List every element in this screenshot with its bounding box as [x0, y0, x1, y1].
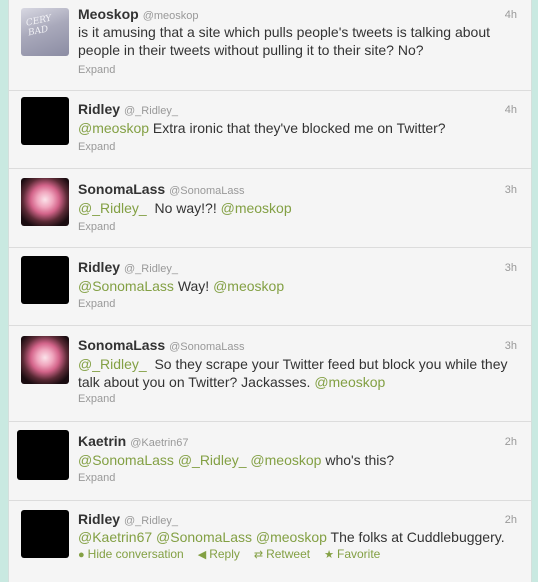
avatar[interactable] [21, 256, 69, 304]
avatar[interactable] [17, 430, 69, 480]
user-handle[interactable]: @Kaetrin67 [130, 437, 188, 449]
timestamp[interactable]: 4h [505, 8, 517, 22]
tweet-timeline: CERY BAD Meoskop @meoskop 4h is it amusing t… [8, 0, 532, 582]
expand-link[interactable]: Expand [78, 297, 115, 311]
text-segment: The folks at Cuddlebuggery. [326, 529, 505, 545]
user-name[interactable]: SonomaLass [78, 337, 165, 353]
tweet-text: @_Ridley_ No way!?! @meoskop [78, 199, 518, 217]
expand-link[interactable]: Expand [78, 220, 115, 234]
retweet-button[interactable]: ⇄ Retweet [254, 547, 310, 561]
action-label: Reply [209, 547, 240, 561]
mention-link[interactable]: @_Ridley_ [78, 356, 147, 372]
mention-link[interactable]: @_Ridley_ [78, 200, 147, 216]
timestamp[interactable]: 2h [505, 513, 517, 527]
user-name[interactable]: Ridley [78, 511, 120, 527]
tweet[interactable]: Ridley @_Ridley_ 4h @meoskop Extra ironic t… [9, 91, 531, 169]
timestamp[interactable]: 3h [505, 339, 517, 353]
retweet-icon: ⇄ [253, 549, 264, 561]
user-name[interactable]: Ridley [78, 259, 120, 275]
expand-link[interactable]: Expand [78, 140, 115, 154]
tweet-text: @Kaetrin67 @SonomaLass @meoskop The folk… [78, 528, 518, 546]
tweet-text: @SonomaLass @_Ridley_ @meoskop who's thi… [78, 451, 518, 469]
tweet[interactable]: CERY BAD Meoskop @meoskop 4h is it amusing t… [9, 0, 531, 91]
mention-link[interactable]: @SonomaLass [78, 452, 174, 468]
speech-bubble-icon: ● [78, 549, 85, 561]
timestamp[interactable]: 3h [505, 183, 517, 197]
text-segment: Extra ironic that they've blocked me on … [149, 120, 446, 136]
tweet[interactable]: Ridley @_Ridley_ 2h @Kaetrin67 @SonomaLass … [9, 501, 531, 582]
user-handle[interactable]: @_Ridley_ [124, 263, 178, 275]
mention-link[interactable]: @meoskop [78, 120, 149, 136]
user-name[interactable]: Kaetrin [78, 433, 126, 449]
tweet-text: @_Ridley_ So they scrape your Twitter fe… [78, 355, 518, 391]
mention-link[interactable]: @meoskop [250, 452, 321, 468]
timestamp[interactable]: 4h [505, 103, 517, 117]
user-name[interactable]: Meoskop [78, 6, 139, 22]
mention-link[interactable]: @SonomaLass [156, 529, 252, 545]
expand-link[interactable]: Expand [78, 392, 115, 406]
avatar[interactable] [21, 97, 69, 145]
text-segment: Way! [173, 278, 214, 294]
user-handle[interactable]: @_Ridley_ [124, 105, 178, 117]
tweet-text: is it amusing that a site which pulls pe… [78, 23, 518, 59]
text-segment: No way!?! [146, 200, 221, 216]
avatar-caption: CERY BAD [25, 13, 53, 39]
tweet-actions: ● Hide conversation ◀ Reply ⇄ Retweet ★ Favorit… [78, 547, 394, 562]
tweet-header: Kaetrin @Kaetrin67 [78, 432, 189, 450]
expand-link[interactable]: Expand [78, 471, 115, 485]
reply-icon: ◀ [197, 549, 207, 561]
tweet[interactable]: SonomaLass @SonomaLass 3h @_Ridley_ So they… [9, 326, 531, 422]
tweet[interactable]: Ridley @_Ridley_ 3h @SonomaLass Way! @meosk… [9, 248, 531, 326]
avatar[interactable] [21, 510, 69, 558]
timestamp[interactable]: 3h [505, 261, 517, 275]
user-handle[interactable]: @meoskop [143, 10, 199, 22]
user-handle[interactable]: @SonomaLass [169, 341, 244, 353]
tweet-header: SonomaLass @SonomaLass [78, 336, 245, 354]
avatar[interactable]: CERY BAD [21, 8, 69, 56]
tweet-header: Ridley @_Ridley_ [78, 510, 178, 528]
tweet-header: Ridley @_Ridley_ [78, 258, 178, 276]
user-handle[interactable]: @SonomaLass [169, 185, 244, 197]
user-name[interactable]: Ridley [78, 101, 120, 117]
tweet-header: SonomaLass @SonomaLass [78, 180, 245, 198]
hide-conversation-button[interactable]: ● Hide conversation [78, 547, 184, 561]
tweet-header: Ridley @_Ridley_ [78, 100, 178, 118]
text-segment: is it amusing that a site which pulls pe… [78, 24, 494, 58]
mention-link[interactable]: @meoskop [314, 374, 385, 390]
timestamp[interactable]: 2h [505, 435, 517, 449]
user-name[interactable]: SonomaLass [78, 181, 165, 197]
tweet-text: @SonomaLass Way! @meoskop [78, 277, 518, 295]
favorite-button[interactable]: ★ Favorite [324, 547, 380, 561]
tweet-text: @meoskop Extra ironic that they've block… [78, 119, 518, 137]
mention-link[interactable]: @meoskop [256, 529, 327, 545]
action-label: Retweet [266, 547, 311, 561]
action-label: Hide conversation [87, 547, 184, 561]
tweet[interactable]: SonomaLass @SonomaLass 3h @_Ridley_ No way!… [9, 169, 531, 248]
expand-link[interactable]: Expand [78, 63, 115, 77]
mention-link[interactable]: @meoskop [213, 278, 284, 294]
reply-button[interactable]: ◀ Reply [198, 547, 240, 561]
avatar[interactable] [21, 178, 69, 226]
mention-link[interactable]: @meoskop [221, 200, 292, 216]
tweet[interactable]: Kaetrin @Kaetrin67 2h @SonomaLass @_Ridley_… [9, 422, 531, 501]
mention-link[interactable]: @_Ridley_ [178, 452, 247, 468]
avatar[interactable] [21, 336, 69, 384]
star-icon: ★ [324, 549, 334, 561]
mention-link[interactable]: @Kaetrin67 [78, 529, 152, 545]
action-label: Favorite [337, 547, 381, 561]
mention-link[interactable]: @SonomaLass [78, 278, 174, 294]
text-segment: who's this? [321, 452, 395, 468]
tweet-header: Meoskop @meoskop [78, 5, 199, 23]
user-handle[interactable]: @_Ridley_ [124, 515, 178, 527]
